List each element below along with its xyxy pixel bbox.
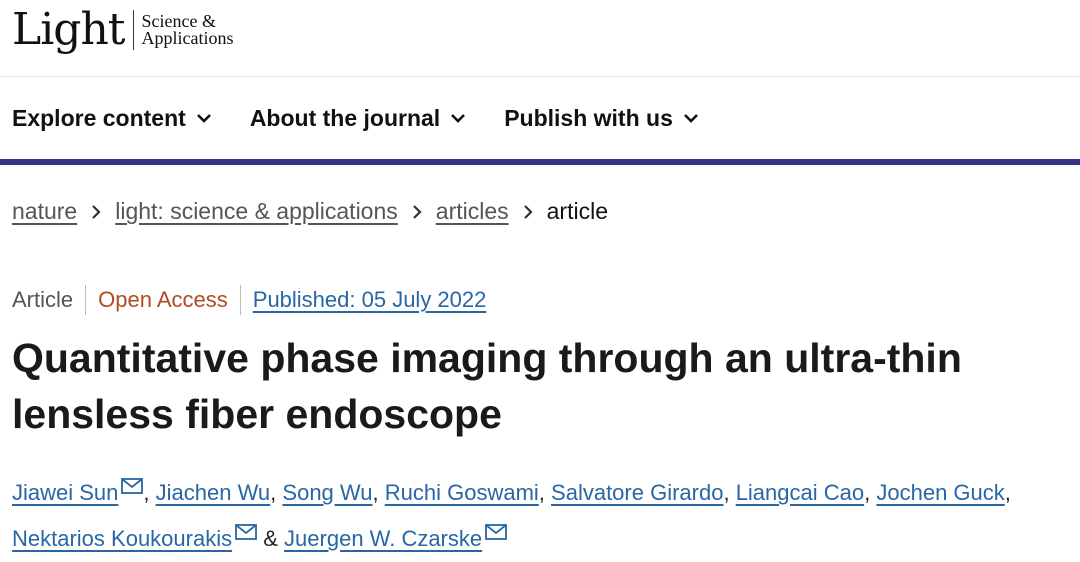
- chevron-down-icon: [451, 114, 466, 123]
- breadcrumb-journal[interactable]: light: science & applications: [115, 198, 398, 225]
- logo-divider: [133, 10, 135, 50]
- site-header: Light Science & Applications: [0, 0, 1080, 77]
- author-list: Jiawei Sun, Jiachen Wu, Song Wu, Ruchi G…: [12, 478, 1011, 551]
- published-date-link[interactable]: Published: 05 July 2022: [253, 287, 487, 313]
- nav-item-label: Explore content: [12, 104, 186, 131]
- nav-about-journal[interactable]: About the journal: [250, 105, 466, 132]
- meta-divider: [85, 285, 87, 315]
- chevron-down-icon: [196, 114, 211, 123]
- chevron-down-icon: [683, 114, 698, 123]
- breadcrumb-current: article: [546, 198, 608, 224]
- breadcrumb-articles[interactable]: articles: [436, 198, 509, 225]
- journal-logo[interactable]: Light Science & Applications: [12, 4, 233, 56]
- chevron-right-icon: [523, 204, 533, 219]
- author-ampersand: &: [263, 526, 278, 551]
- open-access-badge: Open Access: [98, 287, 228, 312]
- author-link[interactable]: Salvatore Girardo: [551, 480, 723, 505]
- nav-item-label: About the journal: [249, 104, 441, 131]
- logo-wordmark: Light: [12, 4, 125, 55]
- author-link[interactable]: Liangcai Cao: [736, 480, 864, 505]
- breadcrumb-nature[interactable]: nature: [12, 198, 77, 225]
- nav-explore-content[interactable]: Explore content: [12, 105, 212, 132]
- author-link[interactable]: Ruchi Goswami: [385, 480, 539, 505]
- author-link[interactable]: Jiachen Wu: [156, 480, 271, 505]
- logo-subtitle-line2: Applications: [141, 28, 234, 48]
- main-nav: Explore content About the journal Publis…: [0, 77, 1080, 165]
- logo-subtitle: Science & Applications: [141, 12, 234, 48]
- author-link[interactable]: Nektarios Koukourakis: [12, 526, 232, 551]
- breadcrumb: nature light: science & applications art…: [12, 198, 608, 225]
- nav-item-label: Publish with us: [504, 104, 673, 131]
- author-link[interactable]: Juergen W. Czarske: [284, 526, 482, 551]
- nav-publish-with-us[interactable]: Publish with us: [504, 105, 699, 132]
- article-meta: Article Open Access Published: 05 July 2…: [12, 285, 486, 315]
- author-link[interactable]: Jiawei Sun: [12, 480, 118, 505]
- chevron-right-icon: [92, 204, 101, 219]
- author-link[interactable]: Jochen Guck: [876, 480, 1004, 505]
- mail-icon[interactable]: [485, 524, 508, 540]
- author-link[interactable]: Song Wu: [282, 480, 372, 505]
- article-type: Article: [12, 287, 74, 312]
- mail-icon[interactable]: [235, 524, 258, 540]
- article-title: Quantitative phase imaging through an ul…: [12, 335, 962, 437]
- mail-icon[interactable]: [121, 478, 144, 494]
- meta-divider: [239, 285, 241, 315]
- chevron-right-icon: [413, 204, 422, 219]
